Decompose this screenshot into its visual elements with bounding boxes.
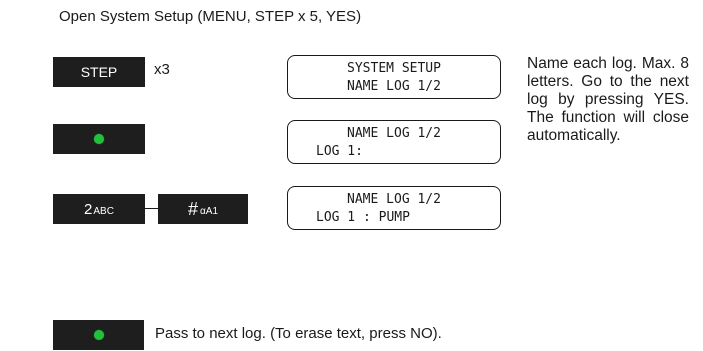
lcd-display-name-log: NAME LOG 1/2 LOG 1: xyxy=(287,120,501,164)
lcd-line-2: LOG 1: xyxy=(316,144,363,159)
lcd-display-log-pump: NAME LOG 1/2 LOG 1 : PUMP xyxy=(287,186,501,230)
key-hash: # αA1 xyxy=(158,194,248,224)
lcd-line-1: NAME LOG 1/2 xyxy=(347,126,441,141)
lcd-line-2: LOG 1 : PUMP xyxy=(316,210,410,225)
lcd-line-1: SYSTEM SETUP xyxy=(347,61,441,76)
green-dot-icon xyxy=(94,134,104,144)
lcd-line-2: NAME LOG 1/2 xyxy=(347,79,441,94)
step-multiplier: x3 xyxy=(154,61,170,78)
yes-key xyxy=(53,320,144,350)
yes-key xyxy=(53,124,145,154)
lcd-line-1: NAME LOG 1/2 xyxy=(347,192,441,207)
key-2-main-label: 2 xyxy=(84,200,93,218)
lcd-display-system-setup: SYSTEM SETUP NAME LOG 1/2 xyxy=(287,55,501,99)
key-connector-line xyxy=(145,208,158,209)
key-2-abc: 2 ABC xyxy=(53,194,145,224)
footer-instruction: Pass to next log. (To erase text, press … xyxy=(155,325,442,342)
key-hash-sub-label: αA1 xyxy=(200,205,219,217)
green-dot-icon xyxy=(93,330,104,340)
description-text: Name each log. Max. 8 letters. Go to the… xyxy=(527,55,689,144)
step-key: STEP xyxy=(53,57,145,87)
key-hash-main-label: # xyxy=(187,198,198,219)
key-2-sub-label: ABC xyxy=(93,205,114,217)
step-key-label: STEP xyxy=(80,64,118,80)
instruction-heading: Open System Setup (MENU, STEP x 5, YES) xyxy=(59,8,362,25)
